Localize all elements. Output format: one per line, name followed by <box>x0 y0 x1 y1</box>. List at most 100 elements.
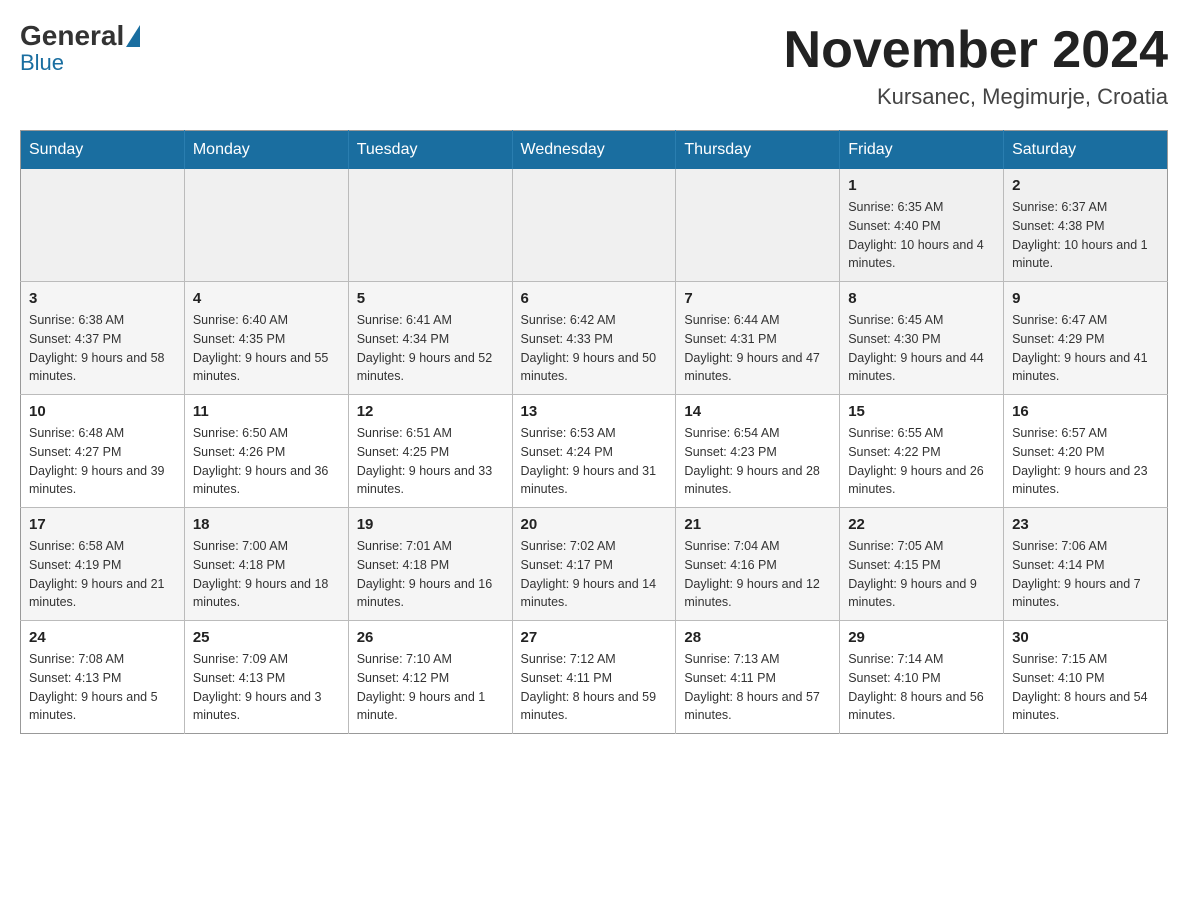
calendar-week-row: 17 Sunrise: 6:58 AMSunset: 4:19 PMDayligh… <box>21 508 1168 621</box>
day-number: 13 <box>521 403 668 420</box>
day-number: 30 <box>1012 629 1159 646</box>
day-number: 18 <box>193 516 340 533</box>
calendar-cell <box>184 169 348 282</box>
month-title: November 2024 <box>784 20 1168 80</box>
page-header: General Blue November 2024 Kursanec, Meg… <box>20 20 1168 110</box>
calendar-cell: 22Sunrise: 7:05 AMSunset: 4:15 PMDayligh… <box>840 508 1004 621</box>
calendar-header-row: SundayMondayTuesdayWednesdayThursdayFrid… <box>21 131 1168 170</box>
day-info: Sunrise: 6:35 AMSunset: 4:40 PMDaylight:… <box>848 198 995 273</box>
day-info: Sunrise: 7:01 AMSunset: 4:18 PMDaylight:… <box>357 537 504 612</box>
day-number: 10 <box>29 403 176 420</box>
day-number: 3 <box>29 290 176 307</box>
day-number: 8 <box>848 290 995 307</box>
calendar-cell: 9 Sunrise: 6:47 AMSunset: 4:29 PMDaylight… <box>1004 282 1168 395</box>
day-number: 19 <box>357 516 504 533</box>
calendar-cell: 23 Sunrise: 7:06 AMSunset: 4:14 PMDayligh… <box>1004 508 1168 621</box>
day-number: 12 <box>357 403 504 420</box>
day-number: 21 <box>684 516 831 533</box>
calendar-cell: 24Sunrise: 7:08 AMSunset: 4:13 PMDayligh… <box>21 621 185 734</box>
logo-triangle-icon <box>126 25 140 47</box>
calendar-cell: 15Sunrise: 6:55 AMSunset: 4:22 PMDayligh… <box>840 395 1004 508</box>
calendar-cell: 25 Sunrise: 7:09 AMSunset: 4:13 PMDayligh… <box>184 621 348 734</box>
calendar-header-wednesday: Wednesday <box>512 131 676 170</box>
day-number: 27 <box>521 629 668 646</box>
day-number: 14 <box>684 403 831 420</box>
day-info: Sunrise: 6:40 AMSunset: 4:35 PMDaylight:… <box>193 311 340 386</box>
calendar-week-row: 10 Sunrise: 6:48 AMSunset: 4:27 PMDayligh… <box>21 395 1168 508</box>
day-number: 7 <box>684 290 831 307</box>
day-info: Sunrise: 7:06 AMSunset: 4:14 PMDaylight:… <box>1012 537 1159 612</box>
day-info: Sunrise: 6:51 AMSunset: 4:25 PMDaylight:… <box>357 424 504 499</box>
calendar-cell: 17 Sunrise: 6:58 AMSunset: 4:19 PMDayligh… <box>21 508 185 621</box>
calendar-cell: 26Sunrise: 7:10 AMSunset: 4:12 PMDayligh… <box>348 621 512 734</box>
day-info: Sunrise: 7:00 AMSunset: 4:18 PMDaylight:… <box>193 537 340 612</box>
calendar-cell: 11Sunrise: 6:50 AMSunset: 4:26 PMDayligh… <box>184 395 348 508</box>
calendar-cell <box>512 169 676 282</box>
calendar-header-sunday: Sunday <box>21 131 185 170</box>
day-info: Sunrise: 6:48 AMSunset: 4:27 PMDaylight:… <box>29 424 176 499</box>
calendar-header-friday: Friday <box>840 131 1004 170</box>
day-info: Sunrise: 6:37 AMSunset: 4:38 PMDaylight:… <box>1012 198 1159 273</box>
day-number: 2 <box>1012 177 1159 194</box>
day-number: 20 <box>521 516 668 533</box>
calendar-cell: 16 Sunrise: 6:57 AMSunset: 4:20 PMDayligh… <box>1004 395 1168 508</box>
day-info: Sunrise: 6:47 AMSunset: 4:29 PMDaylight:… <box>1012 311 1159 386</box>
calendar-cell: 2 Sunrise: 6:37 AMSunset: 4:38 PMDaylight… <box>1004 169 1168 282</box>
day-number: 28 <box>684 629 831 646</box>
title-section: November 2024 Kursanec, Megimurje, Croat… <box>784 20 1168 110</box>
calendar-cell: 3 Sunrise: 6:38 AMSunset: 4:37 PMDaylight… <box>21 282 185 395</box>
calendar-cell: 6 Sunrise: 6:42 AMSunset: 4:33 PMDaylight… <box>512 282 676 395</box>
day-info: Sunrise: 6:55 AMSunset: 4:22 PMDaylight:… <box>848 424 995 499</box>
calendar-header-saturday: Saturday <box>1004 131 1168 170</box>
day-info: Sunrise: 6:53 AMSunset: 4:24 PMDaylight:… <box>521 424 668 499</box>
day-info: Sunrise: 7:04 AMSunset: 4:16 PMDaylight:… <box>684 537 831 612</box>
day-info: Sunrise: 6:38 AMSunset: 4:37 PMDaylight:… <box>29 311 176 386</box>
day-number: 9 <box>1012 290 1159 307</box>
calendar-cell: 20 Sunrise: 7:02 AMSunset: 4:17 PMDayligh… <box>512 508 676 621</box>
day-number: 1 <box>848 177 995 194</box>
calendar-header-thursday: Thursday <box>676 131 840 170</box>
day-number: 5 <box>357 290 504 307</box>
logo-blue-text: Blue <box>20 50 64 76</box>
calendar-week-row: 24Sunrise: 7:08 AMSunset: 4:13 PMDayligh… <box>21 621 1168 734</box>
day-info: Sunrise: 7:10 AMSunset: 4:12 PMDaylight:… <box>357 650 504 725</box>
calendar-cell <box>348 169 512 282</box>
calendar-cell: 7 Sunrise: 6:44 AMSunset: 4:31 PMDaylight… <box>676 282 840 395</box>
day-number: 4 <box>193 290 340 307</box>
calendar-cell: 14Sunrise: 6:54 AMSunset: 4:23 PMDayligh… <box>676 395 840 508</box>
day-number: 22 <box>848 516 995 533</box>
day-info: Sunrise: 7:02 AMSunset: 4:17 PMDaylight:… <box>521 537 668 612</box>
calendar-cell: 27Sunrise: 7:12 AMSunset: 4:11 PMDayligh… <box>512 621 676 734</box>
calendar-cell: 13 Sunrise: 6:53 AMSunset: 4:24 PMDayligh… <box>512 395 676 508</box>
logo: General Blue <box>20 20 142 76</box>
day-info: Sunrise: 6:42 AMSunset: 4:33 PMDaylight:… <box>521 311 668 386</box>
calendar-week-row: 1 Sunrise: 6:35 AMSunset: 4:40 PMDaylight… <box>21 169 1168 282</box>
day-info: Sunrise: 6:44 AMSunset: 4:31 PMDaylight:… <box>684 311 831 386</box>
day-info: Sunrise: 7:08 AMSunset: 4:13 PMDaylight:… <box>29 650 176 725</box>
day-info: Sunrise: 7:13 AMSunset: 4:11 PMDaylight:… <box>684 650 831 725</box>
day-info: Sunrise: 7:09 AMSunset: 4:13 PMDaylight:… <box>193 650 340 725</box>
calendar-table: SundayMondayTuesdayWednesdayThursdayFrid… <box>20 130 1168 734</box>
calendar-header-monday: Monday <box>184 131 348 170</box>
day-number: 25 <box>193 629 340 646</box>
calendar-cell <box>21 169 185 282</box>
day-info: Sunrise: 7:15 AMSunset: 4:10 PMDaylight:… <box>1012 650 1159 725</box>
calendar-cell: 10 Sunrise: 6:48 AMSunset: 4:27 PMDayligh… <box>21 395 185 508</box>
calendar-cell: 8Sunrise: 6:45 AMSunset: 4:30 PMDaylight… <box>840 282 1004 395</box>
day-number: 29 <box>848 629 995 646</box>
calendar-cell: 12 Sunrise: 6:51 AMSunset: 4:25 PMDayligh… <box>348 395 512 508</box>
calendar-cell: 21 Sunrise: 7:04 AMSunset: 4:16 PMDayligh… <box>676 508 840 621</box>
calendar-cell: 29 Sunrise: 7:14 AMSunset: 4:10 PMDayligh… <box>840 621 1004 734</box>
calendar-header-tuesday: Tuesday <box>348 131 512 170</box>
calendar-cell: 30 Sunrise: 7:15 AMSunset: 4:10 PMDayligh… <box>1004 621 1168 734</box>
day-number: 23 <box>1012 516 1159 533</box>
logo-general-text: General <box>20 20 124 52</box>
day-number: 16 <box>1012 403 1159 420</box>
day-info: Sunrise: 6:58 AMSunset: 4:19 PMDaylight:… <box>29 537 176 612</box>
day-info: Sunrise: 7:14 AMSunset: 4:10 PMDaylight:… <box>848 650 995 725</box>
day-number: 6 <box>521 290 668 307</box>
day-info: Sunrise: 6:57 AMSunset: 4:20 PMDaylight:… <box>1012 424 1159 499</box>
calendar-cell: 1 Sunrise: 6:35 AMSunset: 4:40 PMDaylight… <box>840 169 1004 282</box>
day-number: 17 <box>29 516 176 533</box>
calendar-cell: 5Sunrise: 6:41 AMSunset: 4:34 PMDaylight… <box>348 282 512 395</box>
